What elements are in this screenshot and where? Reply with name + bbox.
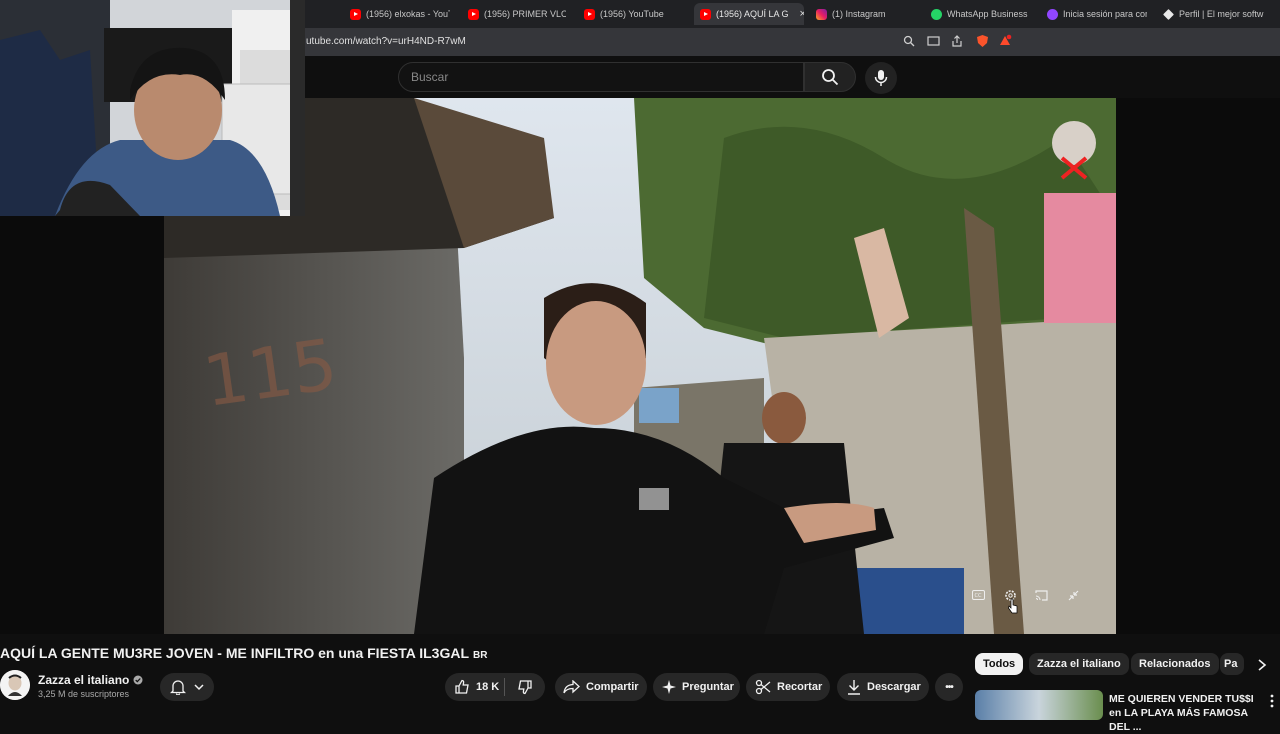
download-label: Descargar bbox=[867, 681, 921, 693]
browser-tab[interactable]: (1956) PRIMER VLOG - bbox=[468, 4, 566, 24]
brave-rewards-icon[interactable] bbox=[998, 34, 1012, 48]
video-scene-image: 115 bbox=[164, 98, 1116, 634]
download-button[interactable]: Descargar bbox=[837, 673, 929, 701]
tab-label: (1956) YouTube bbox=[600, 9, 664, 19]
tab-label: (1) Instagram bbox=[832, 9, 886, 19]
share-arrow-icon bbox=[563, 680, 580, 694]
browser-tab[interactable]: (1956) YouTube bbox=[584, 4, 674, 24]
voice-search-button[interactable] bbox=[865, 62, 897, 94]
share-label: Compartir bbox=[586, 681, 639, 693]
tab-label: WhatsApp Business bbox=[947, 9, 1028, 19]
scissors-icon bbox=[755, 679, 771, 695]
browser-tab[interactable]: (1956) elxokas - YouTu bbox=[350, 4, 450, 24]
svg-text:CC: CC bbox=[974, 593, 981, 599]
mouse-cursor-icon bbox=[1008, 598, 1018, 619]
chip-channel[interactable]: Zazza el italiano bbox=[1029, 653, 1129, 675]
like-button[interactable]: 18 K bbox=[445, 679, 504, 695]
chip-related[interactable]: Relacionados bbox=[1131, 653, 1219, 675]
tab-label: Perfil | El mejor softw bbox=[1179, 9, 1264, 19]
chip-more[interactable]: Pa bbox=[1220, 653, 1244, 675]
bell-icon bbox=[170, 680, 186, 695]
whatsapp-icon bbox=[931, 8, 942, 20]
youtube-icon bbox=[468, 8, 479, 20]
channel-name[interactable]: Zazza el italiano bbox=[38, 673, 143, 688]
title-badge: BR bbox=[473, 650, 488, 661]
url-field[interactable]: utube.com/watch?v=urH4ND-R7wM bbox=[306, 36, 466, 47]
browser-tab[interactable]: (1) Instagram bbox=[816, 4, 916, 24]
webcam-image bbox=[0, 0, 305, 216]
tab-label: (1956) PRIMER VLOG - bbox=[484, 9, 566, 19]
cast-icon[interactable] bbox=[926, 34, 940, 48]
more-vertical-icon[interactable] bbox=[1270, 694, 1274, 713]
video-title: AQUÍ LA GENTE MU3RE JOVEN - ME INFILTRO … bbox=[0, 645, 487, 661]
search-icon bbox=[822, 69, 839, 86]
brave-shield-icon[interactable] bbox=[975, 34, 989, 48]
ask-label: Preguntar bbox=[682, 681, 734, 693]
instagram-icon bbox=[816, 8, 827, 20]
video-frame[interactable]: 115 CC bbox=[164, 98, 1116, 634]
channel-avatar[interactable] bbox=[0, 670, 30, 700]
channel-name-text: Zazza el italiano bbox=[38, 673, 130, 687]
ask-button[interactable]: Preguntar bbox=[653, 673, 740, 701]
exit-fullscreen-icon[interactable] bbox=[1063, 585, 1083, 605]
like-count: 18 K bbox=[476, 681, 500, 693]
captions-icon[interactable]: CC bbox=[968, 585, 988, 605]
search-input[interactable]: Buscar bbox=[411, 70, 448, 84]
like-dislike-group: 18 K bbox=[445, 673, 545, 701]
share-icon[interactable] bbox=[950, 34, 964, 48]
recommendation-thumbnail[interactable] bbox=[975, 690, 1103, 720]
browser-tab[interactable]: Perfil | El mejor softw bbox=[1163, 4, 1273, 24]
thumbs-down-icon bbox=[517, 680, 532, 695]
thumbs-up-icon bbox=[455, 679, 469, 694]
microphone-icon bbox=[874, 70, 888, 86]
chevron-right-icon[interactable] bbox=[1256, 658, 1268, 677]
browser-tab[interactable]: Inicia sesión para con bbox=[1047, 4, 1147, 24]
tab-label: (1956) elxokas - YouTu bbox=[366, 9, 450, 19]
zoom-icon[interactable] bbox=[902, 34, 916, 48]
search-box[interactable]: Buscar bbox=[398, 62, 804, 92]
dislike-button[interactable] bbox=[505, 679, 545, 695]
close-icon[interactable]: × bbox=[800, 8, 804, 20]
clip-label: Recortar bbox=[777, 681, 823, 693]
tab-label: Inicia sesión para con bbox=[1063, 9, 1147, 19]
verified-check-icon bbox=[133, 674, 143, 688]
youtube-icon bbox=[350, 8, 361, 20]
subscriber-count: 3,25 M de suscriptores bbox=[38, 689, 130, 699]
cast-icon[interactable] bbox=[1031, 585, 1051, 605]
youtube-icon bbox=[700, 8, 711, 20]
more-actions-button[interactable]: ••• bbox=[935, 673, 963, 701]
sparkle-icon bbox=[662, 680, 676, 694]
twitch-icon bbox=[1047, 8, 1058, 20]
chevron-down-icon bbox=[194, 684, 204, 691]
share-button[interactable]: Compartir bbox=[555, 673, 647, 701]
video-title-text: AQUÍ LA GENTE MU3RE JOVEN - ME INFILTRO … bbox=[0, 645, 470, 661]
recommendation-title[interactable]: ME QUIEREN VENDER TU$$I en LA PLAYA MÁS … bbox=[1109, 692, 1261, 734]
youtube-icon bbox=[584, 8, 595, 20]
more-icon: ••• bbox=[945, 681, 953, 693]
search-button[interactable] bbox=[804, 62, 856, 92]
subscribed-bell-button[interactable] bbox=[160, 673, 214, 701]
download-icon bbox=[848, 680, 860, 695]
browser-tab[interactable]: WhatsApp Business bbox=[931, 4, 1041, 24]
chip-todos[interactable]: Todos bbox=[975, 653, 1024, 675]
gem-icon bbox=[1163, 8, 1174, 20]
tab-label: (1956) AQUÍ LA G bbox=[716, 9, 789, 19]
clip-button[interactable]: Recortar bbox=[746, 673, 830, 701]
browser-tab-active[interactable]: (1956) AQUÍ LA G × bbox=[694, 3, 804, 25]
streamer-webcam bbox=[0, 0, 305, 216]
